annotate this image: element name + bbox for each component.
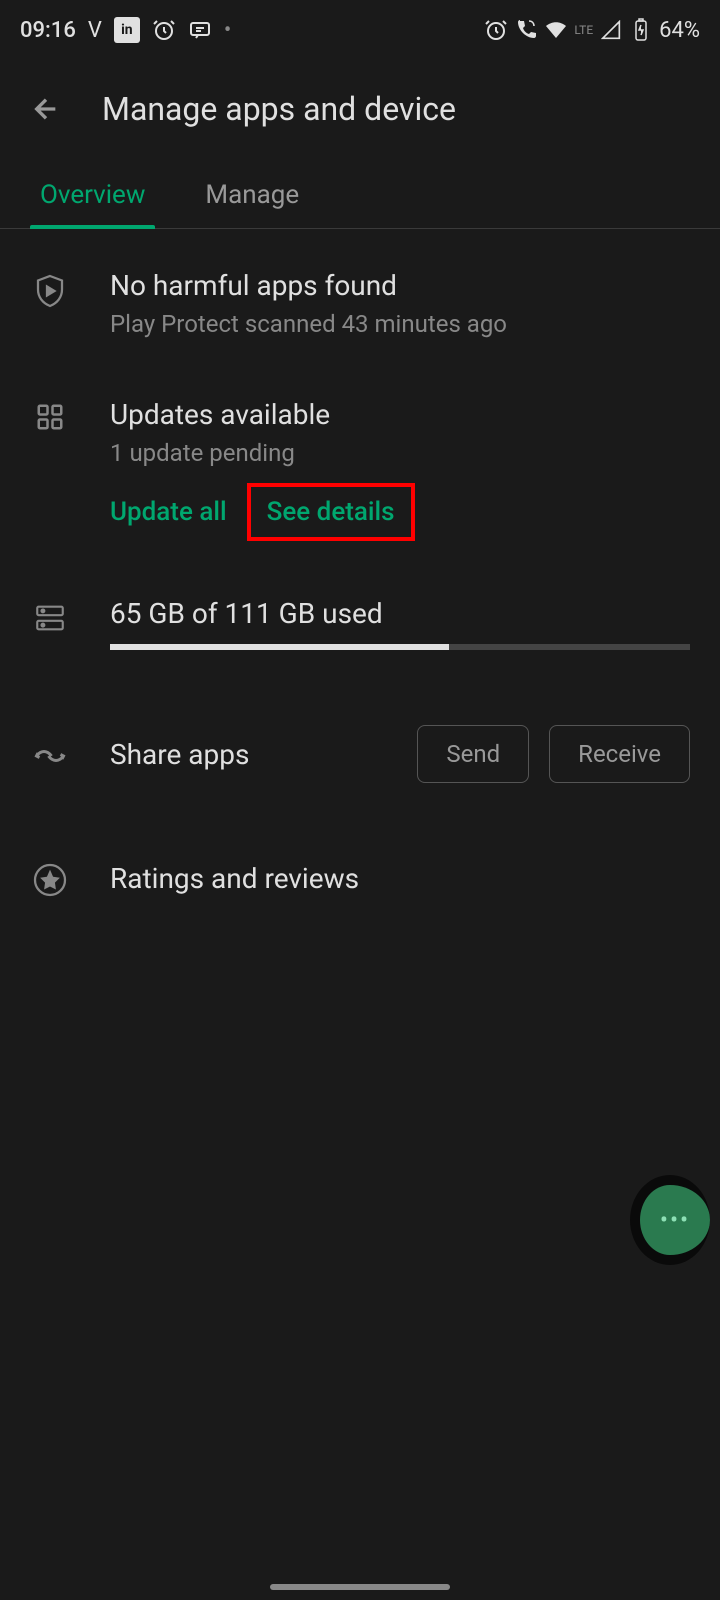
status-time: 09:16 (20, 18, 76, 43)
receive-button[interactable]: Receive (549, 725, 690, 783)
ratings-label: Ratings and reviews (110, 862, 359, 895)
tabs: Overview Manage (0, 168, 720, 229)
send-button[interactable]: Send (417, 725, 529, 783)
battery-percent: 64% (659, 18, 700, 43)
linkedin-icon: in (114, 17, 140, 43)
updates-subtitle: 1 update pending (110, 439, 690, 467)
dot-indicator: • (224, 18, 231, 43)
see-details-button[interactable]: See details (267, 497, 395, 527)
storage-icon (30, 597, 70, 635)
storage-text: 65 GB of 111 GB used (110, 597, 690, 630)
app-header: Manage apps and device (0, 60, 720, 168)
storage-progress-bar (110, 644, 690, 650)
share-apps-label: Share apps (110, 738, 377, 771)
update-all-button[interactable]: Update all (110, 497, 227, 527)
storage-row[interactable]: 65 GB of 111 GB used (30, 547, 690, 670)
status-bar: 09:16 V in • LTE 64% (0, 0, 720, 60)
updates-row: Updates available 1 update pending Updat… (30, 358, 690, 547)
star-badge-icon (30, 858, 70, 898)
wifi-calling-icon (514, 18, 538, 42)
storage-progress-fill (110, 644, 449, 650)
tab-manage[interactable]: Manage (195, 168, 309, 228)
status-bar-left: 09:16 V in • (20, 17, 231, 43)
lte-indicator: LTE (574, 23, 593, 37)
status-bar-right: LTE 64% (484, 18, 700, 43)
apps-grid-icon (30, 398, 70, 432)
share-apps-row: Share apps Send Receive (30, 670, 690, 803)
page-title: Manage apps and device (102, 90, 456, 128)
message-icon (188, 18, 212, 42)
signal-icon (599, 18, 623, 42)
ratings-row[interactable]: Ratings and reviews (30, 803, 690, 918)
home-indicator[interactable] (270, 1584, 450, 1590)
v-indicator: V (88, 18, 102, 43)
shield-icon (30, 269, 70, 309)
updates-title: Updates available (110, 398, 690, 431)
more-icon: ••• (660, 1206, 690, 1234)
alarm-icon (152, 18, 176, 42)
share-icon (30, 734, 70, 774)
battery-icon (629, 18, 653, 42)
tab-overview[interactable]: Overview (30, 168, 155, 228)
floating-action-button[interactable]: ••• (630, 1175, 710, 1265)
content-area: No harmful apps found Play Protect scann… (0, 229, 720, 918)
play-protect-row[interactable]: No harmful apps found Play Protect scann… (30, 229, 690, 358)
play-protect-title: No harmful apps found (110, 269, 690, 302)
back-button[interactable] (30, 93, 62, 125)
play-protect-subtitle: Play Protect scanned 43 minutes ago (110, 310, 690, 338)
see-details-highlight: See details (247, 483, 415, 541)
alarm-icon-2 (484, 18, 508, 42)
wifi-icon (544, 18, 568, 42)
